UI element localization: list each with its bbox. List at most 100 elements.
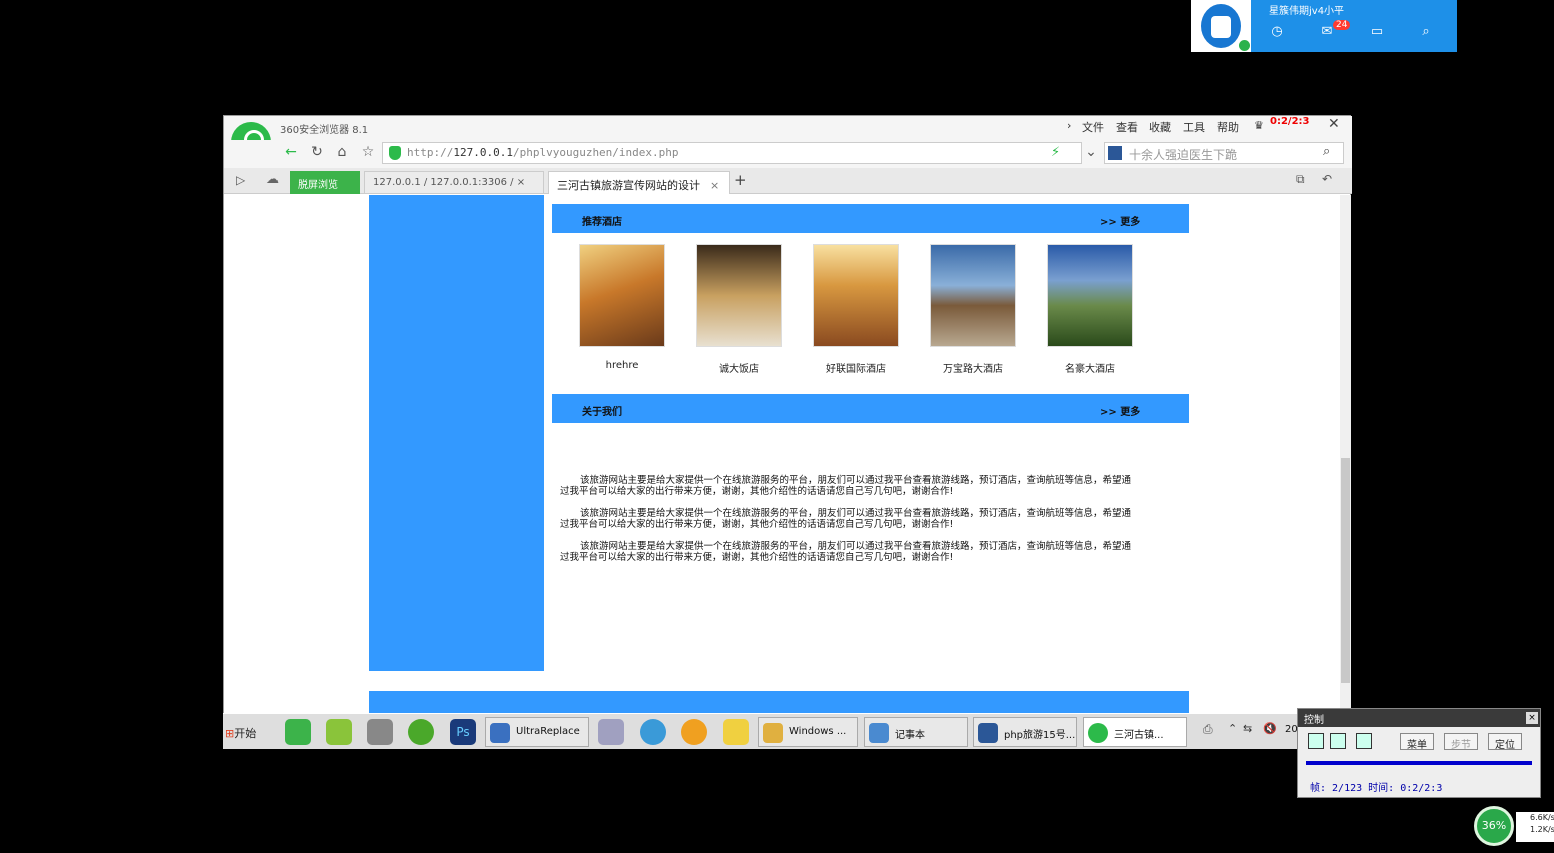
menu-view[interactable]: 查看 [1116,119,1138,135]
vertical-scrollbar[interactable] [1340,195,1351,713]
start-button[interactable]: ⊞开始 [225,718,263,746]
hotel-image[interactable] [1047,244,1133,347]
step-button[interactable]: 步节 [1444,733,1478,751]
tab-site[interactable]: 三河古镇旅游宣传网站的设计 × [548,171,730,194]
search-icon[interactable]: ⌕ [1323,144,1330,159]
taskbar-item-ultrareplace[interactable]: UltraReplace [485,717,589,747]
progress-track[interactable] [1306,761,1532,765]
new-tab-icon[interactable]: + [734,171,747,189]
hotel-name[interactable]: hrehre [579,360,665,371]
refresh-icon[interactable]: ↻ [306,144,328,164]
about-paragraph: 该旅游网站主要是给大家提供一个在线旅游服务的平台，朋友们可以通过我平台查看旅游线… [560,508,1132,530]
hotel-image[interactable] [813,244,899,347]
security-shield-icon [389,146,401,160]
home-icon[interactable]: ⌂ [331,144,353,164]
title-bar: 360安全浏览器 8.1 › 文件 查看 收藏 工具 帮助 ♛ 0:2/2:3 … [224,116,1352,140]
scrollbar-thumb[interactable] [1341,458,1350,683]
photoshop-icon[interactable]: Ps [450,719,476,745]
hotel-name[interactable]: 万宝路大酒店 [930,360,1016,375]
close-icon[interactable]: × [1526,712,1538,724]
close-icon[interactable]: ✕ [1328,116,1340,132]
undo-close-icon[interactable]: ↶ [1322,172,1332,186]
window-icon[interactable]: ▭ [1367,24,1387,42]
ie-browser-icon[interactable] [408,719,434,745]
chevron-down-icon[interactable]: ⌄ [1080,144,1102,164]
folder-icon [763,723,783,743]
volume-muted-icon[interactable]: 🔇 [1263,722,1277,735]
hotel-card[interactable]: 好联国际酒店 [813,244,899,375]
hotel-image[interactable] [579,244,665,347]
hotel-more-link[interactable]: >> 更多 [1100,213,1140,228]
tab-close-icon[interactable]: × [710,179,719,192]
tab-bar: ▷ ☁ 脱屏浏览 127.0.0.1 / 127.0.0.1:3306 / × … [224,168,1352,194]
note-icon[interactable] [723,719,749,745]
qq-avatar[interactable] [1191,0,1251,52]
taskbar-item-word[interactable]: php旅游15号... [973,717,1077,747]
menu-file[interactable]: 文件 [1082,119,1104,135]
hotel-name[interactable]: 名豪大酒店 [1047,360,1133,375]
net-speed: 6.6K/s 1.2K/s [1516,812,1554,842]
clock[interactable]: 20 [1285,724,1298,735]
network-icon[interactable]: ⇆ [1243,722,1252,735]
about-paragraph: 该旅游网站主要是给大家提供一个在线旅游服务的平台，朋友们可以通过我平台查看旅游线… [560,475,1132,497]
address-bar[interactable]: http://127.0.0.1/phplvyouguzhen/index.ph… [382,142,1082,164]
download-speed: 1.2K/s [1530,825,1554,834]
frame-time-info: 帧: 2/123 时间: 0:2/2:3 [1310,783,1443,794]
nav-bar: ← ↻ ⌂ ☆ http://127.0.0.1/phplvyouguzhen/… [224,140,1352,168]
search-icon[interactable]: ⌕ [1416,24,1436,42]
sidebar-toggle-icon[interactable]: ▷ [236,173,245,187]
taskbar-label: 记事本 [895,730,925,741]
qq-penguin-icon [1201,4,1241,48]
upload-speed: 6.6K/s [1530,813,1554,822]
stop-icon[interactable] [1330,733,1346,749]
search-box[interactable]: 十余人强迫医生下跪 ⌕ [1104,142,1344,164]
printer-icon[interactable]: ⎙ [1203,722,1213,737]
menu-tools[interactable]: 工具 [1183,119,1205,135]
hotel-card[interactable]: 诚大饭店 [696,244,782,375]
stack-icon[interactable] [681,719,707,745]
menu-help[interactable]: 帮助 [1217,119,1239,135]
clock-icon[interactable]: ◷ [1267,24,1287,42]
frame-forward-icon[interactable] [1356,733,1372,749]
search-placeholder: 十余人强迫医生下跪 [1129,148,1238,162]
speed-icon[interactable]: ⚡ [1051,145,1060,160]
control-title: 控制 [1298,709,1540,727]
restore-tabs-icon[interactable]: ⧉ [1296,172,1305,187]
skin-icon[interactable]: ♛ [1254,119,1264,132]
wechat-icon[interactable] [285,719,311,745]
hotel-name[interactable]: 诚大饭店 [696,360,782,375]
hotel-image[interactable] [696,244,782,347]
hotel-card[interactable]: 万宝路大酒店 [930,244,1016,375]
tab-screen-browse[interactable]: 脱屏浏览 [290,171,360,194]
browser-window: 360安全浏览器 8.1 › 文件 查看 收藏 工具 帮助 ♛ 0:2/2:3 … [223,115,1352,713]
online-status-icon [1239,40,1250,51]
hotel-card[interactable]: hrehre [579,244,665,371]
star-icon[interactable]: ☆ [357,144,379,164]
taskbar-item-browser[interactable]: 三河古镇... [1083,717,1187,747]
memory-gauge[interactable]: 36% [1474,806,1514,846]
cloud-icon[interactable]: ☁ [266,172,279,187]
about-more-link[interactable]: >> 更多 [1100,403,1140,418]
back-icon[interactable]: ← [280,144,302,164]
about-paragraph: 该旅游网站主要是给大家提供一个在线旅游服务的平台，朋友们可以通过我平台查看旅游线… [560,541,1132,563]
bus-icon[interactable] [367,719,393,745]
menu-button[interactable]: 菜单 [1400,733,1434,751]
hotel-name[interactable]: 好联国际酒店 [813,360,899,375]
menu-arrow-icon[interactable]: › [1067,119,1071,132]
globe-icon[interactable] [640,719,666,745]
frame-back-icon[interactable] [1308,733,1324,749]
locate-button[interactable]: 定位 [1488,733,1522,751]
search-engine-icon[interactable] [1108,146,1122,160]
taskbar-item-notepad[interactable]: 记事本 [864,717,968,747]
hotel-image[interactable] [930,244,1016,347]
android-icon[interactable] [326,719,352,745]
browser-icon [1088,723,1108,743]
tab-phpmyadmin[interactable]: 127.0.0.1 / 127.0.0.1:3306 / × [364,171,544,194]
hotel-card[interactable]: 名豪大酒店 [1047,244,1133,375]
tray-expand-icon[interactable]: ⌃ [1228,722,1237,735]
menu-favorites[interactable]: 收藏 [1149,119,1171,135]
tool-icon[interactable] [598,719,624,745]
taskbar-label: 三河古镇... [1114,730,1164,741]
taskbar-label: UltraReplace [516,726,580,737]
taskbar-item-windows[interactable]: Windows ... [758,717,858,747]
